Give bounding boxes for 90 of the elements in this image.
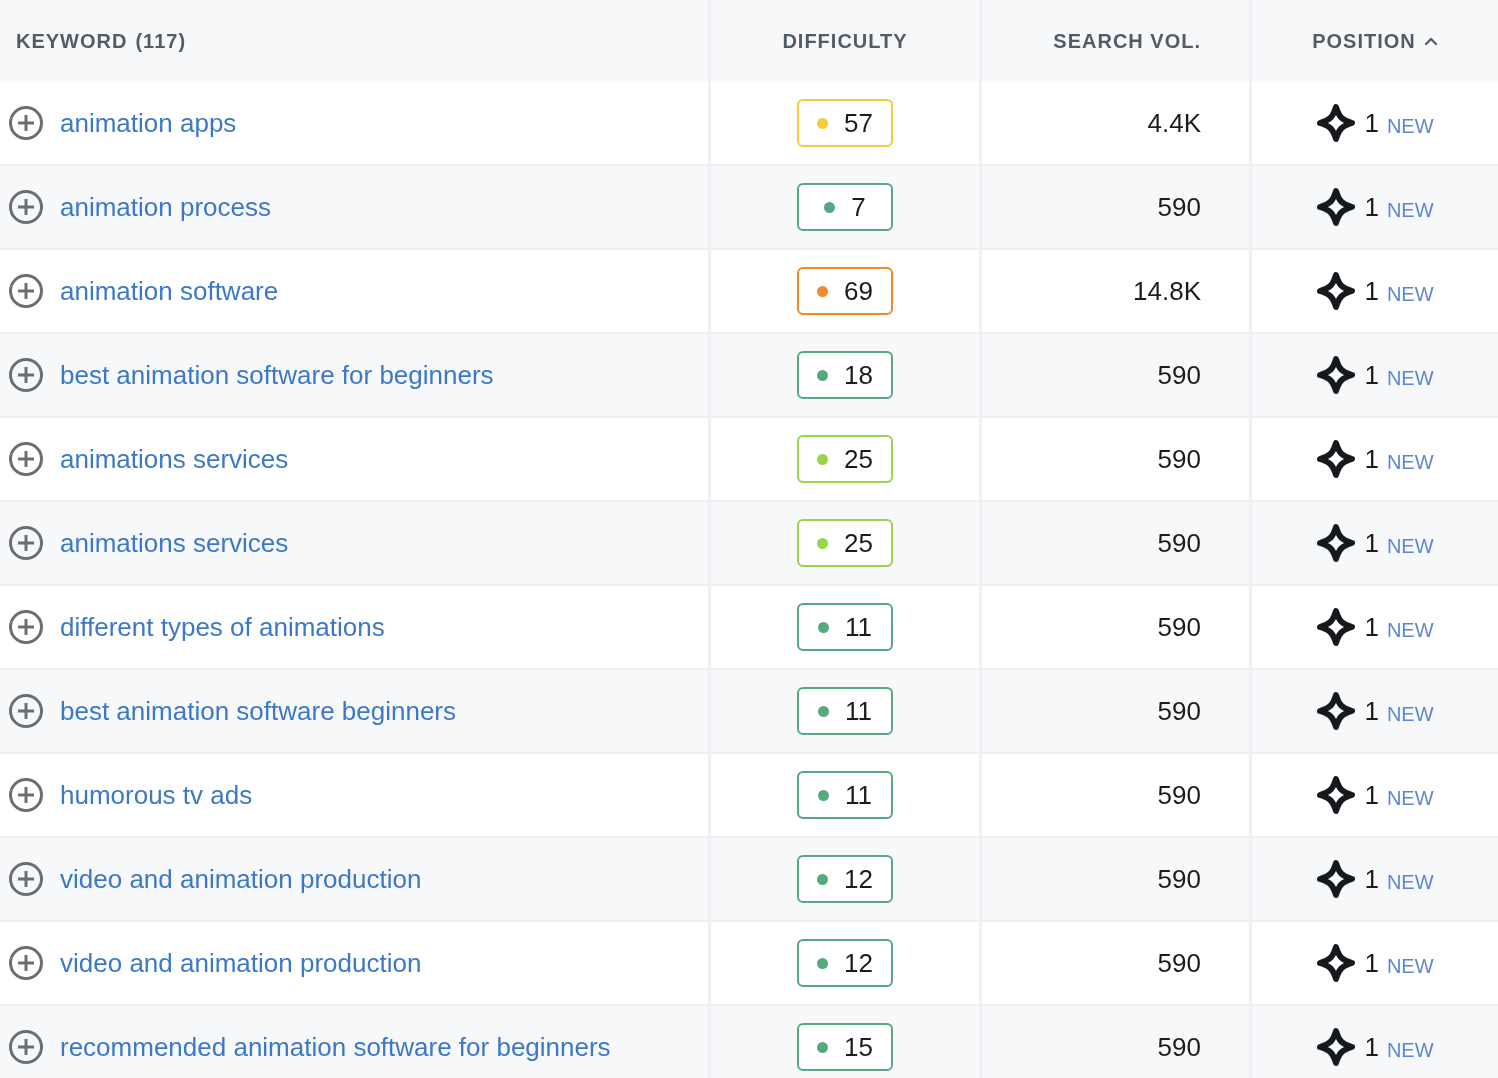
difficulty-score: 11 (797, 771, 893, 819)
difficulty-score: 25 (797, 519, 893, 567)
search-volume: 590 (1157, 526, 1201, 560)
difficulty-score: 11 (797, 687, 893, 735)
new-label: NEW (1386, 618, 1434, 643)
column-header[interactable]: POSITION (1312, 26, 1438, 56)
column-header[interactable]: KEYWORD (16, 26, 128, 56)
add-icon[interactable] (8, 861, 44, 897)
keyword-link[interactable]: animation apps (60, 103, 237, 143)
sparkle-icon (1316, 775, 1357, 815)
difficulty-score: 57 (797, 99, 893, 147)
position-value: 1 (1364, 442, 1379, 476)
add-icon[interactable] (8, 273, 44, 309)
sparkle-icon (1316, 859, 1357, 899)
sparkle-icon (1316, 271, 1357, 311)
add-icon[interactable] (8, 945, 44, 981)
add-icon[interactable] (8, 105, 44, 141)
search-volume: 590 (1157, 946, 1201, 980)
sparkle-icon (1316, 355, 1357, 395)
difficulty-score: 12 (797, 855, 893, 903)
new-label: NEW (1386, 954, 1434, 979)
sparkle-icon (1316, 523, 1357, 563)
difficulty-score: 69 (797, 267, 893, 315)
position-value: 1 (1364, 778, 1379, 812)
add-icon[interactable] (8, 609, 44, 645)
search-volume: 590 (1157, 694, 1201, 728)
position-value: 1 (1364, 106, 1379, 140)
add-icon[interactable] (8, 189, 44, 225)
search-volume: 4.4K (1147, 106, 1201, 140)
position-value: 1 (1364, 610, 1379, 644)
add-icon[interactable] (8, 525, 44, 561)
add-icon[interactable] (8, 357, 44, 393)
new-label: NEW (1386, 366, 1434, 391)
new-label: NEW (1386, 114, 1434, 139)
sparkle-icon (1316, 439, 1357, 479)
keyword-link[interactable]: animation software (60, 271, 279, 311)
search-volume: 590 (1157, 442, 1201, 476)
sort-caret-icon[interactable] (1423, 36, 1438, 46)
keyword-link[interactable]: animation process (60, 187, 271, 227)
keyword-link[interactable]: recommended animation software for beginners (60, 1027, 611, 1067)
new-label: NEW (1386, 450, 1434, 475)
position-value: 1 (1364, 946, 1379, 980)
keyword-link[interactable]: best animation software beginners (60, 691, 456, 731)
new-label: NEW (1386, 534, 1434, 559)
keyword-link[interactable]: animations services (60, 439, 289, 479)
position-value: 1 (1364, 862, 1379, 896)
search-volume: 590 (1157, 778, 1201, 812)
new-label: NEW (1386, 702, 1434, 727)
position-value: 1 (1364, 694, 1379, 728)
search-volume: 14.8K (1133, 274, 1201, 308)
position-value: 1 (1364, 274, 1379, 308)
position-value: 1 (1364, 358, 1379, 392)
difficulty-score: 15 (797, 1023, 893, 1071)
search-volume: 590 (1157, 1030, 1201, 1064)
column-header[interactable]: DIFFICULTY (782, 26, 908, 56)
keyword-link[interactable]: best animation software for beginners (60, 355, 494, 395)
add-icon[interactable] (8, 777, 44, 813)
search-volume: 590 (1157, 610, 1201, 644)
keyword-link[interactable]: animations services (60, 523, 289, 563)
add-icon[interactable] (8, 441, 44, 477)
difficulty-score: 18 (797, 351, 893, 399)
new-label: NEW (1386, 198, 1434, 223)
new-label: NEW (1386, 870, 1434, 895)
sparkle-icon (1316, 187, 1357, 227)
new-label: NEW (1386, 282, 1434, 307)
search-volume: 590 (1157, 862, 1201, 896)
difficulty-score: 7 (797, 183, 893, 231)
new-label: NEW (1386, 1038, 1434, 1063)
position-value: 1 (1364, 1030, 1379, 1064)
add-icon[interactable] (8, 693, 44, 729)
search-volume: 590 (1157, 358, 1201, 392)
keyword-link[interactable]: video and animation production (60, 943, 422, 983)
sparkle-icon (1316, 943, 1357, 983)
sparkle-icon (1316, 103, 1357, 143)
search-volume: 590 (1157, 190, 1201, 224)
sparkle-icon (1316, 1027, 1357, 1067)
column-header[interactable]: SEARCH VOL. (1053, 26, 1201, 56)
difficulty-score: 25 (797, 435, 893, 483)
difficulty-score: 12 (797, 939, 893, 987)
add-icon[interactable] (8, 1029, 44, 1065)
position-value: 1 (1364, 190, 1379, 224)
keyword-count: (117) (135, 29, 187, 54)
sparkle-icon (1316, 607, 1357, 647)
difficulty-score: 11 (797, 603, 893, 651)
keyword-link[interactable]: different types of animations (60, 607, 385, 647)
keyword-link[interactable]: video and animation production (60, 859, 422, 899)
new-label: NEW (1386, 786, 1434, 811)
sparkle-icon (1316, 691, 1357, 731)
position-value: 1 (1364, 526, 1379, 560)
keyword-link[interactable]: humorous tv ads (60, 775, 253, 815)
